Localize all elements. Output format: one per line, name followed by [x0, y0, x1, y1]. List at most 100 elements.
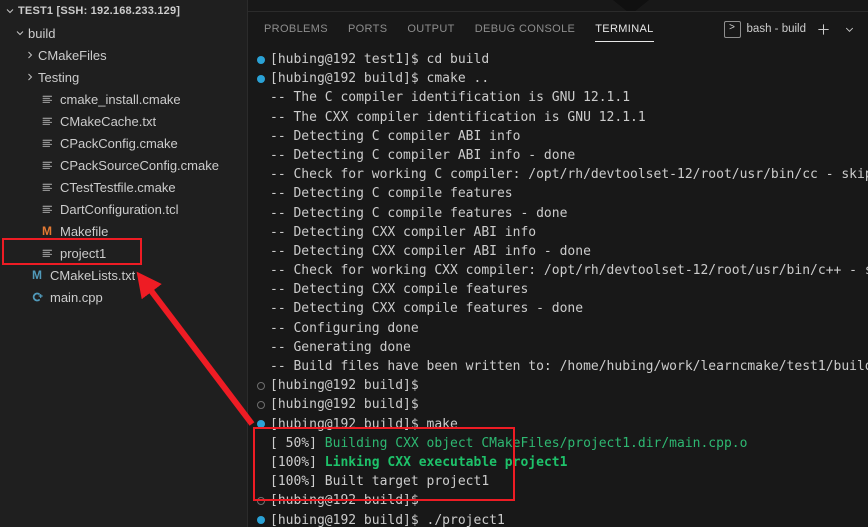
- tree-item-cmakelists-txt[interactable]: M CMakeLists.txt: [0, 264, 247, 286]
- tree-item-cpacksourceconfig-cmake[interactable]: CPackSourceConfig.cmake: [0, 154, 247, 176]
- bottom-panel: PROBLEMS PORTS OUTPUT DEBUG CONSOLE TERMINAL…: [248, 0, 868, 527]
- tree-item-label: cmake_install.cmake: [60, 91, 181, 107]
- tree-item-label: DartConfiguration.tcl: [60, 201, 179, 217]
- explorer-root-folder[interactable]: TEST1 [SSH: 192.168.233.129]: [0, 0, 247, 22]
- terminal-text: -- The CXX compiler identification is GN…: [270, 109, 646, 125]
- terminal-line: [ 50%] Building CXX object CMakeFiles/pr…: [248, 434, 868, 453]
- panel-tab-list: PROBLEMS PORTS OUTPUT DEBUG CONSOLE TERMINAL: [254, 12, 664, 46]
- terminal-output[interactable]: [hubing@192 test1]$ cd build [hubing@192 …: [248, 46, 868, 527]
- command-success-dot-icon: [257, 420, 265, 429]
- terminal-line: [hubing@192 build]$: [248, 376, 868, 395]
- tree-item-cmakefiles[interactable]: CMakeFiles: [0, 44, 247, 66]
- panel-resize-notch-icon[interactable]: [613, 0, 649, 11]
- tree-item-label: Testing: [38, 69, 80, 85]
- explorer-root-label: TEST1 [SSH: 192.168.233.129]: [18, 5, 181, 17]
- tree-item-cmakecache-txt[interactable]: CMakeCache.txt: [0, 110, 247, 132]
- tree-item-cpackconfig-cmake[interactable]: CPackConfig.cmake: [0, 132, 247, 154]
- chevron-right-icon[interactable]: [22, 44, 38, 66]
- terminal-line: -- Check for working CXX compiler: /opt/…: [248, 261, 868, 280]
- tree-item-label: CMakeFiles: [38, 47, 107, 63]
- tab-terminal[interactable]: TERMINAL: [585, 12, 663, 46]
- tree-item-dartconfiguration-tcl[interactable]: DartConfiguration.tcl: [0, 198, 247, 220]
- terminal-line: -- Build files have been written to: /ho…: [248, 357, 868, 376]
- cmake-m-icon: M: [32, 268, 42, 282]
- terminal-line: [hubing@192 build]$: [248, 491, 868, 510]
- terminal-line: -- Detecting CXX compiler ABI info - don…: [248, 242, 868, 261]
- terminal-gutter: [252, 55, 270, 64]
- tree-item-label: main.cpp: [50, 289, 103, 305]
- file-tree: build CMakeFiles Testing cmake_install.cmak…: [0, 22, 247, 308]
- terminal-gutter: [252, 74, 270, 83]
- terminal-line: [hubing@192 build]$ cmake ..: [248, 69, 868, 88]
- tab-ports[interactable]: PORTS: [338, 12, 397, 46]
- lines-file-icon: [38, 132, 56, 154]
- terminal-text: -- Detecting CXX compile features - done: [270, 301, 584, 317]
- terminal-line: -- Detecting C compile features: [248, 184, 868, 203]
- tree-item-build[interactable]: build: [0, 22, 247, 44]
- terminal-line: -- Detecting CXX compile features - done: [248, 299, 868, 318]
- command-success-dot-icon: [257, 74, 265, 83]
- terminal-line: [hubing@192 test1]$ cd build: [248, 50, 868, 69]
- lines-file-icon: [38, 110, 56, 132]
- terminal-text: [hubing@192 build]$ make: [270, 416, 458, 432]
- tree-item-makefile[interactable]: M Makefile: [0, 220, 247, 242]
- command-empty-dot-icon: [257, 400, 265, 409]
- terminal-text: [hubing@192 build]$ ./project1: [270, 512, 505, 527]
- tree-item-main-cpp[interactable]: main.cpp: [0, 286, 247, 308]
- terminal-line: [100%] Linking CXX executable project1: [248, 453, 868, 472]
- tree-item-ctesttestfile-cmake[interactable]: CTestTestfile.cmake: [0, 176, 247, 198]
- panel-header-actions: > bash - build: [723, 12, 868, 46]
- makefile-m-icon: M: [42, 224, 52, 238]
- tab-label: PROBLEMS: [264, 23, 328, 35]
- active-terminal-chip[interactable]: > bash - build: [723, 20, 806, 38]
- terminal-text: -- Configuring done: [270, 320, 419, 336]
- tab-output[interactable]: OUTPUT: [397, 12, 464, 46]
- terminal-text: -- Detecting C compiler ABI info - done: [270, 147, 576, 163]
- tree-item-project1[interactable]: project1: [0, 242, 247, 264]
- terminal-line: -- Generating done: [248, 338, 868, 357]
- tab-debug-console[interactable]: DEBUG CONSOLE: [465, 12, 586, 46]
- terminal-line: -- Detecting CXX compiler ABI info: [248, 223, 868, 242]
- terminal-line: -- The CXX compiler identification is GN…: [248, 108, 868, 127]
- terminal-gutter: [252, 420, 270, 429]
- tree-item-label: build: [28, 25, 56, 41]
- lines-file-icon: [38, 154, 56, 176]
- terminal-line: [hubing@192 build]$ ./project1: [248, 511, 868, 527]
- terminal-line: -- Detecting C compiler ABI info: [248, 127, 868, 146]
- terminal-gutter: [252, 516, 270, 525]
- terminal-line: [hubing@192 build]$ make: [248, 415, 868, 434]
- terminal-text: -- Generating done: [270, 339, 411, 355]
- tree-item-label: CMakeLists.txt: [50, 267, 136, 283]
- terminal-line: -- Detecting CXX compile features: [248, 280, 868, 299]
- chevron-down-icon[interactable]: [12, 22, 28, 44]
- command-empty-dot-icon: [257, 496, 265, 505]
- terminal-gutter: [252, 496, 270, 505]
- tab-label: TERMINAL: [595, 23, 654, 35]
- chevron-down-icon[interactable]: [840, 20, 858, 38]
- terminal-line: -- The C compiler identification is GNU …: [248, 88, 868, 107]
- tree-item-testing[interactable]: Testing: [0, 66, 247, 88]
- tab-problems[interactable]: PROBLEMS: [254, 12, 338, 46]
- terminal-text: [100%]: [270, 454, 325, 470]
- lines-file-icon: [38, 176, 56, 198]
- chevron-right-icon[interactable]: [22, 66, 38, 88]
- chevron-down-icon[interactable]: [2, 0, 18, 22]
- lines-file-icon: [38, 198, 56, 220]
- tree-item-label: project1: [60, 245, 107, 261]
- terminal-text: [hubing@192 build]$ cmake ..: [270, 71, 490, 87]
- terminal-text: [hubing@192 build]$: [270, 493, 419, 509]
- tab-label: DEBUG CONSOLE: [474, 23, 576, 35]
- command-success-dot-icon: [257, 55, 265, 64]
- plus-icon[interactable]: [814, 20, 832, 38]
- tree-item-cmake-install-cmake[interactable]: cmake_install.cmake: [0, 88, 247, 110]
- terminal-line: -- Detecting C compiler ABI info - done: [248, 146, 868, 165]
- terminal-gutter: [252, 400, 270, 409]
- terminal-text: -- Detecting C compiler ABI info: [270, 128, 521, 144]
